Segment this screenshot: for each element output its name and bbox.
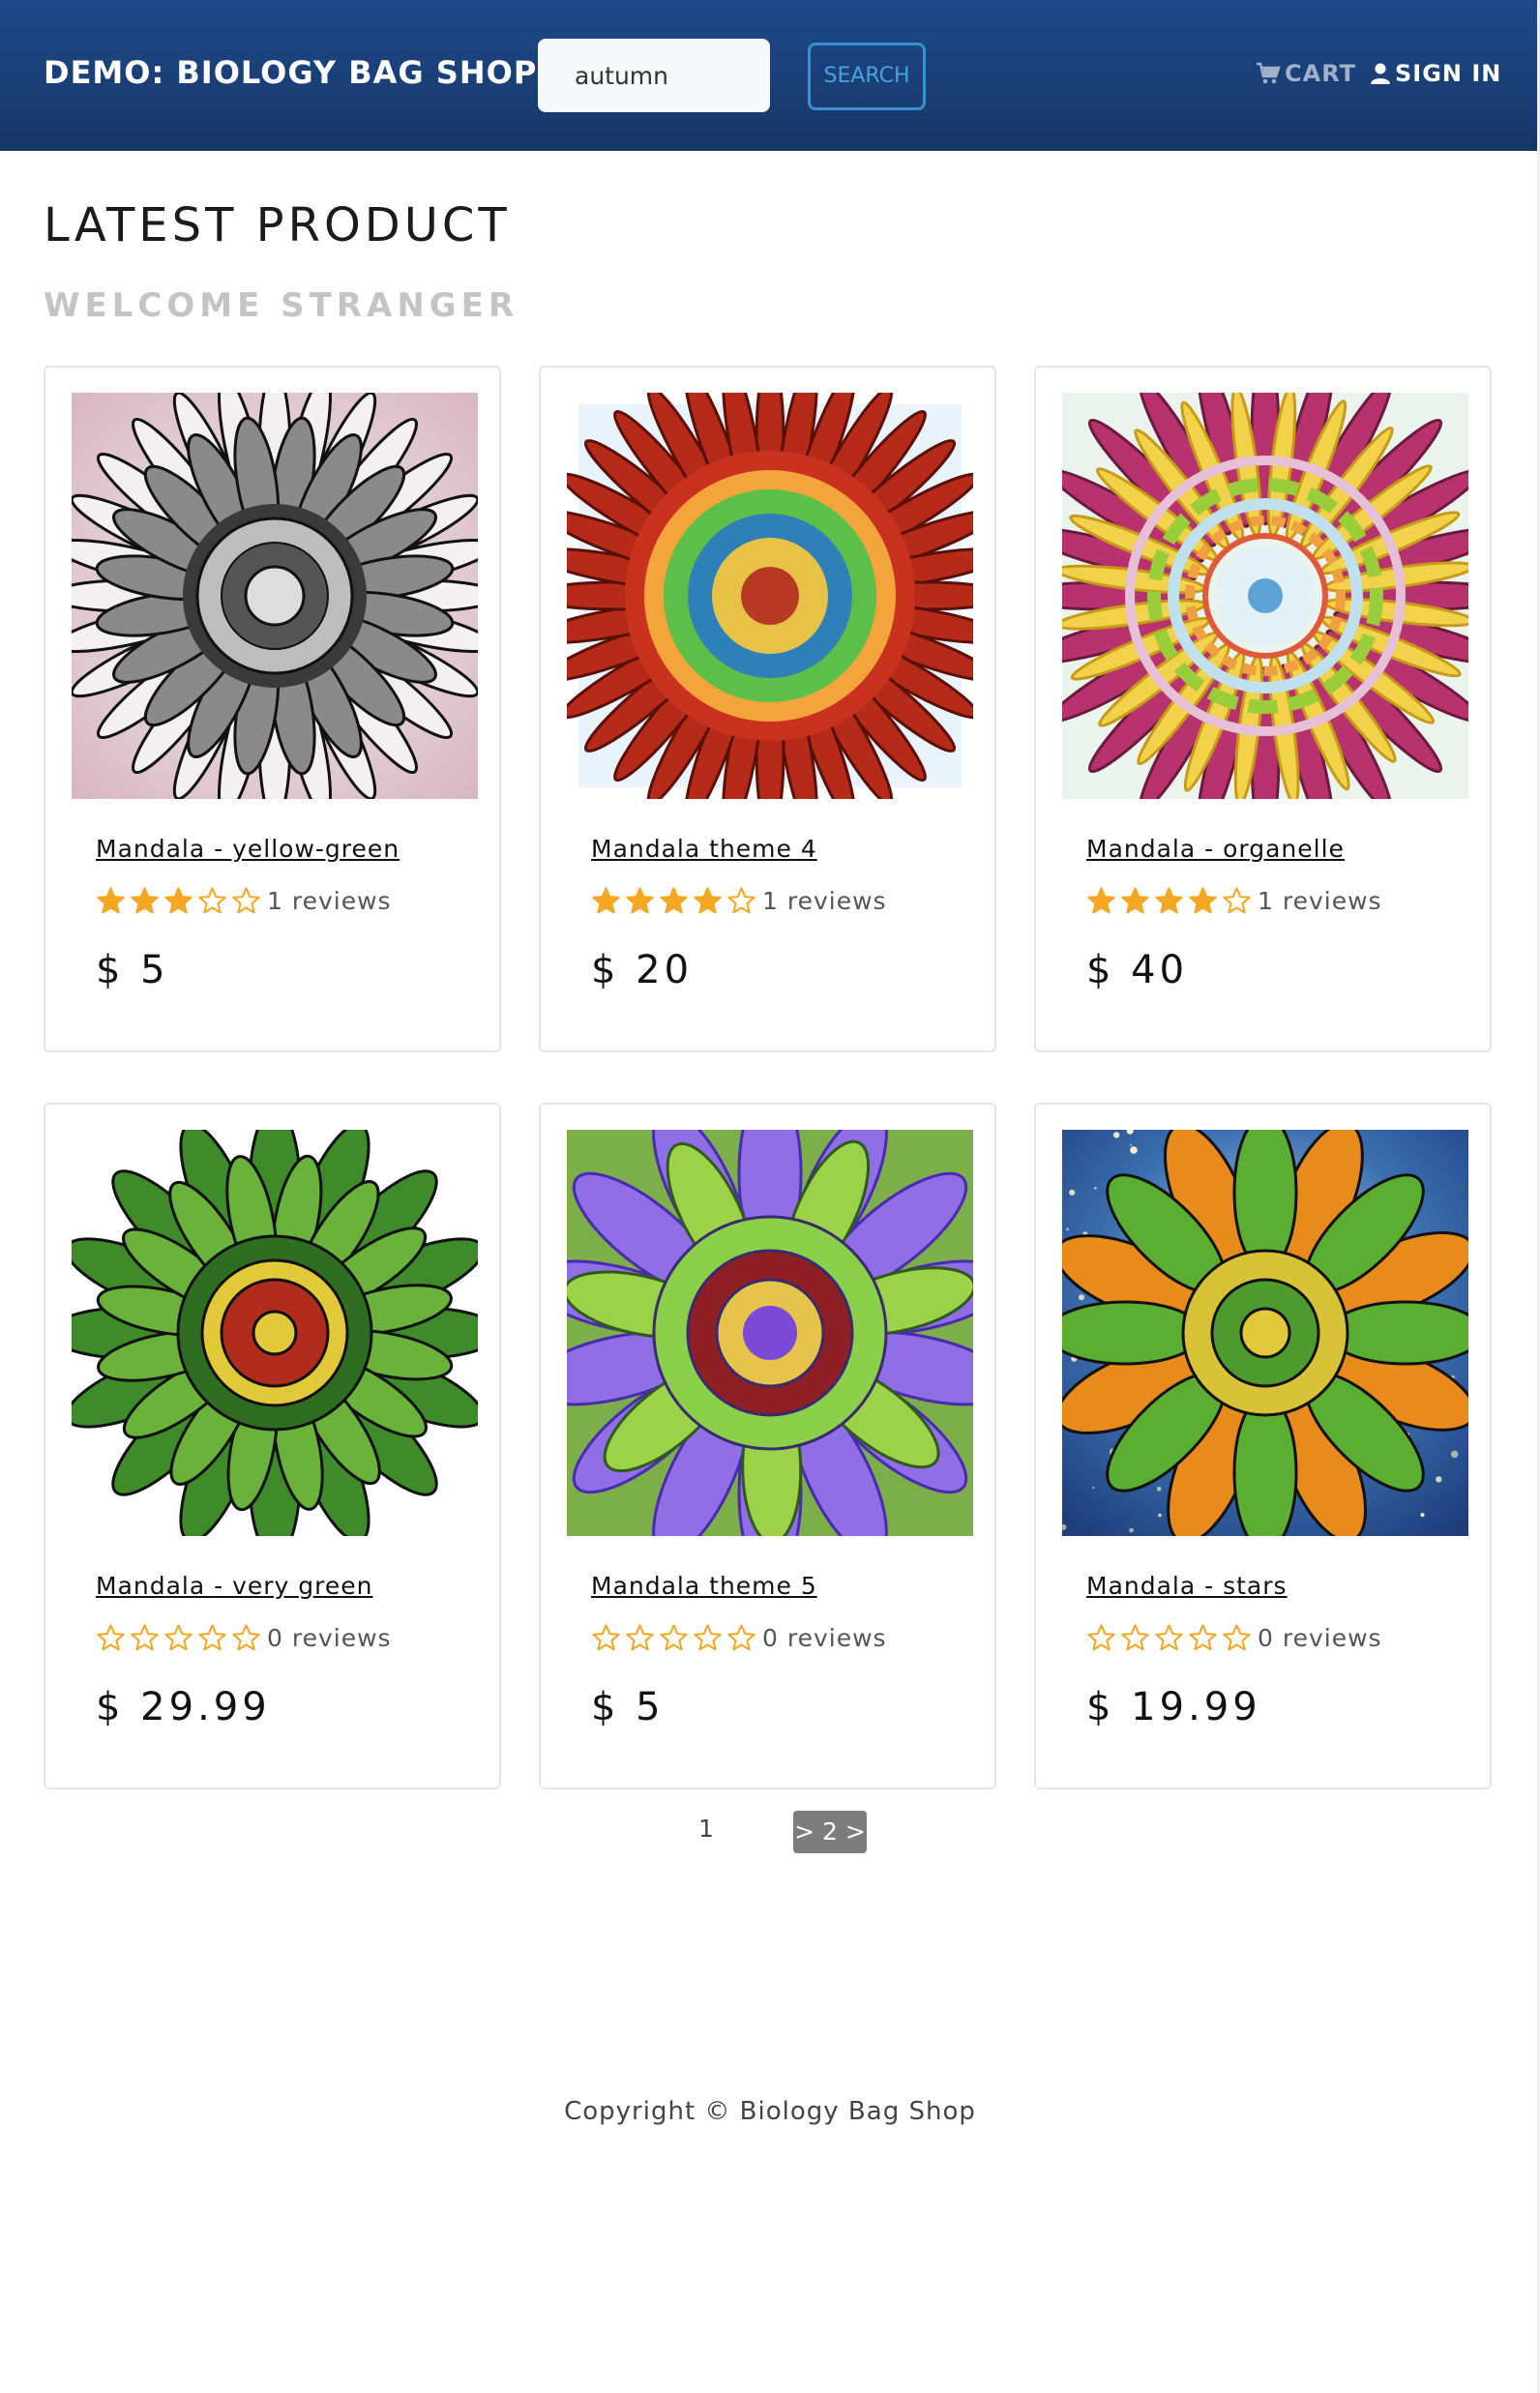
cart-link[interactable]: CART <box>1256 60 1356 87</box>
product-name[interactable]: Mandala theme 4 <box>591 835 817 863</box>
cart-label: CART <box>1285 60 1356 87</box>
star-empty-icon <box>232 1624 260 1651</box>
product-rating: 1 reviews <box>96 886 392 916</box>
product-card: Mandala theme 4 1 reviews $ 20 <box>539 366 996 1052</box>
star-rating <box>591 886 756 916</box>
product-price: $ 5 <box>591 1685 665 1729</box>
star-empty-icon <box>164 1624 192 1651</box>
star-empty-icon <box>198 1624 226 1651</box>
star-filled-icon <box>660 887 688 914</box>
star-empty-icon <box>626 1624 654 1651</box>
page-subtitle: WELCOME STRANGER <box>44 286 519 325</box>
product-card: Mandala theme 5 0 reviews $ 5 <box>539 1103 996 1789</box>
star-empty-icon <box>232 887 260 914</box>
star-filled-icon <box>1121 887 1149 914</box>
search-button[interactable]: SEARCH <box>808 43 926 110</box>
mandala-image <box>567 1130 973 1536</box>
product-price: $ 20 <box>591 948 694 992</box>
signin-link[interactable]: SIGN IN <box>1370 60 1501 87</box>
product-name[interactable]: Mandala - yellow-green <box>96 835 400 863</box>
product-card: Mandala - organelle 1 reviews $ 40 <box>1034 366 1492 1052</box>
star-filled-icon <box>592 887 620 914</box>
star-filled-icon <box>626 887 654 914</box>
star-empty-icon <box>1121 1624 1149 1651</box>
mandala-image <box>72 393 478 799</box>
review-count: 1 reviews <box>762 887 887 915</box>
star-filled-icon <box>1189 887 1217 914</box>
product-rating: 1 reviews <box>591 886 887 916</box>
star-empty-icon <box>727 1624 755 1651</box>
product-name[interactable]: Mandala theme 5 <box>591 1572 817 1600</box>
star-empty-icon <box>97 1624 125 1651</box>
review-count: 0 reviews <box>267 1624 392 1652</box>
review-count: 1 reviews <box>1258 887 1382 915</box>
product-price: $ 19.99 <box>1086 1685 1261 1729</box>
product-rating: 0 reviews <box>96 1623 392 1653</box>
product-card: Mandala - stars 0 reviews $ 19.99 <box>1034 1103 1492 1789</box>
footer-copyright: Copyright © Biology Bag Shop <box>564 2097 976 2126</box>
product-image[interactable] <box>72 1130 478 1536</box>
product-image[interactable] <box>1062 1130 1468 1536</box>
product-name[interactable]: Mandala - very green <box>96 1572 373 1600</box>
star-rating <box>1086 1623 1252 1653</box>
page-title: LATEST PRODUCT <box>44 198 511 252</box>
star-rating <box>96 1623 261 1653</box>
star-rating <box>591 1623 756 1653</box>
star-empty-icon <box>694 1624 722 1651</box>
product-image[interactable] <box>567 1130 973 1536</box>
product-name[interactable]: Mandala - organelle <box>1086 835 1345 863</box>
signin-label: SIGN IN <box>1395 60 1502 87</box>
product-price: $ 29.99 <box>96 1685 271 1729</box>
star-filled-icon <box>1087 887 1115 914</box>
star-empty-icon <box>660 1624 688 1651</box>
star-empty-icon <box>131 1624 159 1651</box>
product-rating: 0 reviews <box>591 1623 887 1653</box>
mandala-image <box>1062 393 1468 799</box>
navbar: DEMO: BIOLOGY BAG SHOP SEARCH CART SIGN … <box>0 0 1538 151</box>
star-filled-icon <box>97 887 125 914</box>
mandala-image <box>1062 1130 1468 1536</box>
product-card: Mandala - very green 0 reviews $ 29.99 <box>44 1103 501 1789</box>
review-count: 0 reviews <box>1258 1624 1382 1652</box>
product-card: Mandala - yellow-green 1 reviews $ 5 <box>44 366 501 1052</box>
page-2-link[interactable]: > 2 > <box>793 1811 867 1853</box>
star-filled-icon <box>1155 887 1183 914</box>
product-price: $ 40 <box>1086 948 1189 992</box>
mandala-image <box>72 1130 478 1536</box>
star-filled-icon <box>131 887 159 914</box>
user-icon <box>1371 63 1390 84</box>
star-empty-icon <box>727 887 755 914</box>
product-rating: 1 reviews <box>1086 886 1382 916</box>
product-image[interactable] <box>72 393 478 799</box>
search-input[interactable] <box>538 39 770 112</box>
star-rating <box>1086 886 1252 916</box>
product-name[interactable]: Mandala - stars <box>1086 1572 1288 1600</box>
brand-title[interactable]: DEMO: BIOLOGY BAG SHOP <box>44 54 537 91</box>
product-rating: 0 reviews <box>1086 1623 1382 1653</box>
product-image[interactable] <box>1062 393 1468 799</box>
product-image[interactable] <box>567 393 973 799</box>
star-filled-icon <box>694 887 722 914</box>
star-empty-icon <box>1087 1624 1115 1651</box>
mandala-image <box>567 393 973 799</box>
star-empty-icon <box>1223 1624 1251 1651</box>
star-empty-icon <box>1189 1624 1217 1651</box>
product-price: $ 5 <box>96 948 169 992</box>
star-empty-icon <box>1223 887 1251 914</box>
review-count: 0 reviews <box>762 1624 887 1652</box>
page-1-link[interactable]: 1 <box>698 1815 714 1843</box>
star-empty-icon <box>1155 1624 1183 1651</box>
review-count: 1 reviews <box>267 887 392 915</box>
star-rating <box>96 886 261 916</box>
star-empty-icon <box>592 1624 620 1651</box>
star-filled-icon <box>164 887 192 914</box>
cart-icon <box>1257 62 1281 84</box>
star-empty-icon <box>198 887 226 914</box>
